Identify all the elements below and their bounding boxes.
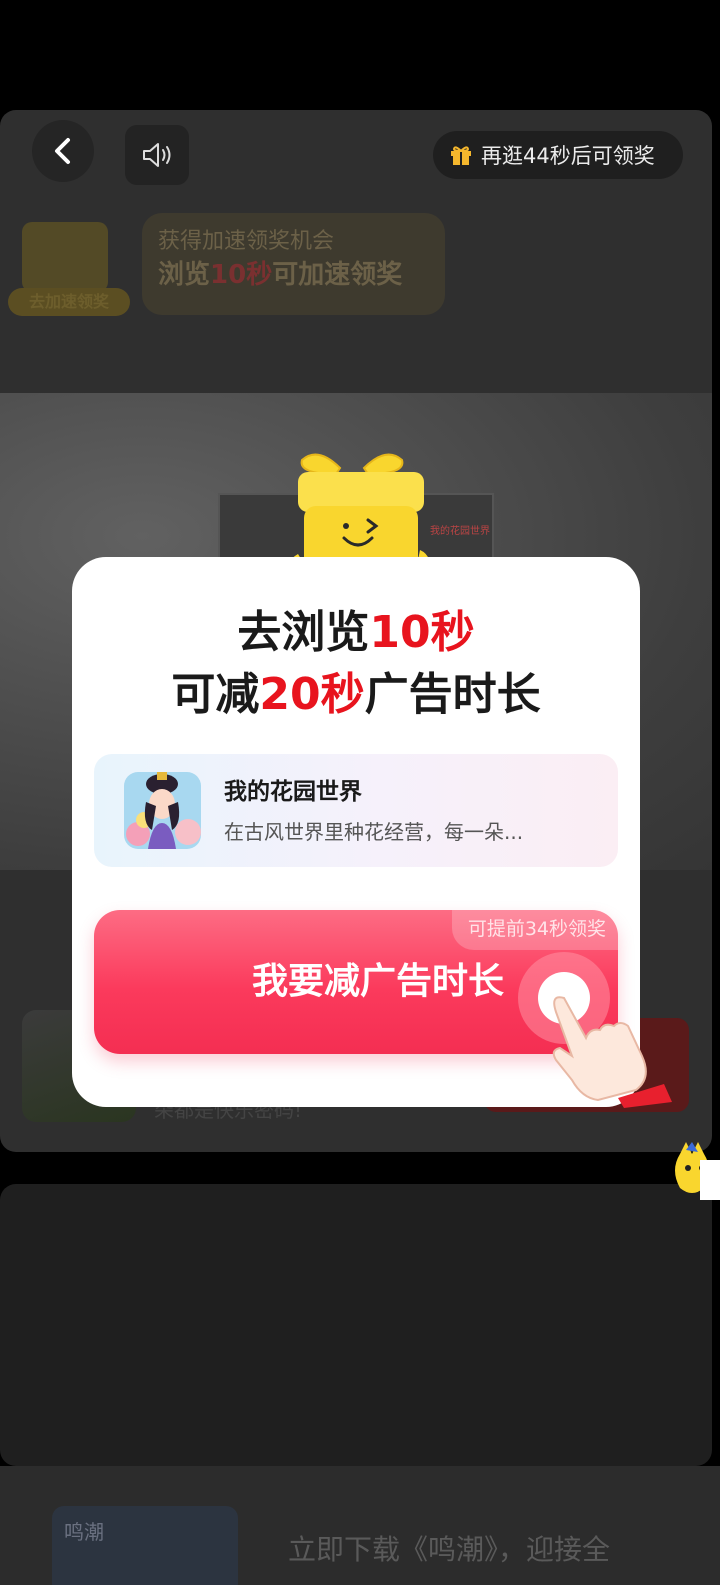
floating-mascot-icon[interactable] [670, 1140, 720, 1206]
gift-badge-icon [22, 222, 108, 292]
gift-icon [451, 146, 471, 165]
sound-toggle-button[interactable] [125, 125, 189, 185]
back-button[interactable] [32, 120, 94, 182]
speed-up-highlight: 10秒 [210, 260, 273, 290]
tap-hand-icon [518, 952, 672, 1108]
background-card [0, 1184, 712, 1466]
dialog-title-line1: 去浏览10秒 [72, 605, 640, 661]
reduce-ad-time-label: 我要减广告时长 [251, 961, 504, 1002]
speaker-icon [143, 143, 171, 167]
app-name: 我的花园世界 [224, 779, 362, 805]
title-line2-highlight: 20秒 [259, 669, 365, 720]
speed-up-tip: 获得加速领奖机会 浏览10秒可加速领奖 [142, 213, 445, 315]
app-card[interactable]: 我的花园世界 在古风世界里种花经营，每一朵... [94, 754, 618, 867]
dialog-title-line2: 可减20秒广告时长 [72, 667, 640, 723]
speed-up-tip-line2: 浏览10秒可加速领奖 [158, 257, 429, 293]
reward-countdown: 再逛44秒后可领奖 [433, 131, 683, 179]
bottom-ad-thumb-text: 鸣潮 [64, 1520, 104, 1544]
app-icon [124, 772, 201, 849]
bottom-ad-banner: 鸣潮 立即下载《鸣潮》，迎接全 [0, 1466, 720, 1585]
speed-up-tip-line1: 获得加速领奖机会 [158, 229, 335, 254]
title-line2-suffix: 广告时长 [364, 669, 541, 720]
reward-countdown-text: 再逛44秒后可领奖 [481, 144, 655, 168]
gift-badge-label: 去加速领奖 [8, 288, 130, 316]
bottom-ad-download-text: 立即下载《鸣潮》，迎接全 [288, 1533, 611, 1566]
speed-up-suffix: 可加速领奖 [272, 260, 403, 290]
app-description: 在古风世界里种花经营，每一朵... [224, 820, 524, 844]
title-line2-prefix: 可减 [171, 669, 260, 720]
speed-up-prefix: 浏览 [158, 260, 211, 290]
title-line1-highlight: 10秒 [369, 607, 475, 658]
title-line1-prefix: 去浏览 [237, 607, 370, 658]
chevron-left-icon [55, 138, 70, 164]
